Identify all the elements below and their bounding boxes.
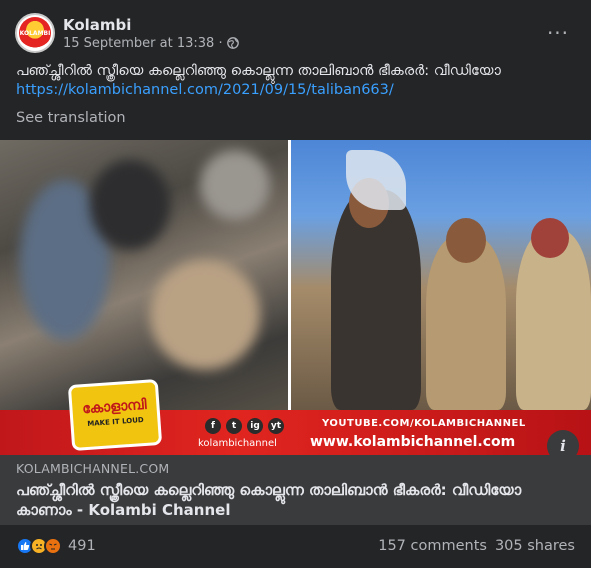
banner-website: www.kolambichannel.com xyxy=(310,434,516,450)
link-preview[interactable]: KOLAMBICHANNEL.COM പഞ്ച്ശീറിൽ സ്ത്രീയെ ക… xyxy=(0,455,591,525)
social-icons: f t ig yt xyxy=(205,418,284,434)
post-link[interactable]: https://kolambichannel.com/2021/09/15/ta… xyxy=(16,82,394,98)
comments-count[interactable]: 157 comments xyxy=(378,538,487,554)
channel-banner: കോളാമ്പി MAKE IT LOUD f t ig yt kolambich… xyxy=(0,378,591,455)
link-domain: KOLAMBICHANNEL.COM xyxy=(16,461,170,476)
blurred-figure xyxy=(90,160,170,250)
logo-text: കോളാമ്പി MAKE IT LOUD xyxy=(82,397,148,432)
reactions-summary[interactable]: 491 xyxy=(16,537,96,555)
page-name[interactable]: Kolambi xyxy=(63,16,540,34)
banner-youtube: YOUTUBE.COM/KOLAMBICHANNEL xyxy=(322,418,526,429)
comment-share-stats: 157 comments 305 shares xyxy=(378,538,575,554)
blurred-figure xyxy=(200,150,270,220)
youtube-icon: yt xyxy=(268,418,284,434)
person-head xyxy=(446,218,486,263)
post-caption: പഞ്ച്ശീറിൽ സ്ത്രീയെ കല്ലെറിഞ്ഞു കൊല്ലുന്… xyxy=(16,63,501,79)
globe-icon xyxy=(226,37,239,49)
post-header: KOLAMBI Kolambi 15 September at 13:38 · … xyxy=(15,12,576,54)
info-button[interactable]: i xyxy=(547,430,579,455)
post-text: പഞ്ച്ശീറിൽ സ്ത്രീയെ കല്ലെറിഞ്ഞു കൊല്ലുന്… xyxy=(16,62,575,100)
post-image[interactable]: കോളാമ്പി MAKE IT LOUD f t ig yt kolambich… xyxy=(0,140,591,455)
avatar-label: KOLAMBI xyxy=(19,29,51,37)
reaction-count: 491 xyxy=(68,538,96,554)
channel-logo: കോളാമ്പി MAKE IT LOUD xyxy=(67,378,163,452)
page-avatar[interactable]: KOLAMBI xyxy=(15,13,55,53)
twitter-icon: t xyxy=(226,418,242,434)
post-timestamp[interactable]: 15 September at 13:38 · xyxy=(63,36,223,51)
angry-icon xyxy=(44,537,62,555)
image-left-panel xyxy=(0,140,288,410)
avatar-logo: KOLAMBI xyxy=(19,17,51,49)
post-meta: Kolambi 15 September at 13:38 · xyxy=(63,16,540,51)
logo-tagline: MAKE IT LOUD xyxy=(87,416,144,428)
post-subline: 15 September at 13:38 · xyxy=(63,36,540,51)
shares-count[interactable]: 305 shares xyxy=(495,538,575,554)
facebook-icon: f xyxy=(205,418,221,434)
instagram-icon: ig xyxy=(247,418,263,434)
see-translation-link[interactable]: See translation xyxy=(16,110,126,126)
banner-handle: kolambichannel xyxy=(198,438,277,449)
more-options-button[interactable]: ··· xyxy=(540,15,576,51)
person-head xyxy=(531,218,569,258)
blurred-area xyxy=(150,260,260,370)
engagement-stats: 491 157 comments 305 shares xyxy=(16,537,575,555)
image-right-panel xyxy=(291,140,591,410)
link-title: പഞ്ച്ശീറിൽ സ്ത്രീയെ കല്ലെറിഞ്ഞു കൊല്ലുന്… xyxy=(16,481,522,519)
